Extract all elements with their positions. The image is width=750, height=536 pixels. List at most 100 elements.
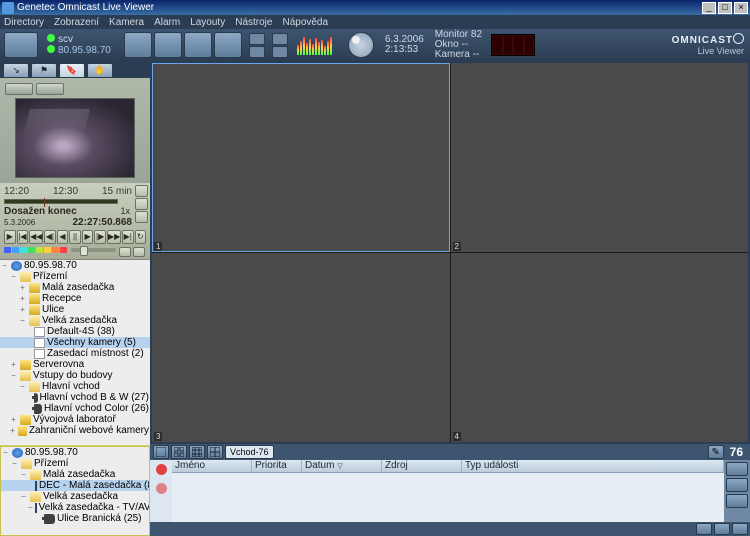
col-date[interactable]: Datum ▽ [302, 460, 382, 472]
tree-item[interactable]: Vývojová laboratoř [33, 414, 116, 425]
pause-button[interactable]: || [69, 230, 81, 244]
alarm-filter-icon[interactable] [156, 464, 167, 475]
tree-root[interactable]: 80.95.98.70 [24, 260, 77, 271]
footer-button[interactable] [696, 523, 712, 535]
expand-icon[interactable]: − [10, 459, 19, 468]
toolbar-small-button[interactable] [272, 33, 288, 45]
tab-pin[interactable]: ⚑ [31, 63, 57, 78]
col-type[interactable]: Typ události [462, 460, 724, 472]
expand-icon[interactable]: − [1, 448, 10, 457]
tree-item[interactable]: Zasedací místnost (2) [47, 348, 144, 359]
col-priority[interactable]: Priorita [252, 460, 302, 472]
camera-tree[interactable]: −80.95.98.70 −Přízemí +Malá zasedačka +R… [0, 259, 150, 446]
expand-icon[interactable]: + [18, 283, 27, 292]
expand-icon[interactable]: − [19, 492, 28, 501]
timeline-button[interactable] [135, 185, 148, 197]
toolbar-small-button[interactable] [249, 46, 265, 58]
video-tile-2[interactable]: 2 [451, 63, 749, 252]
menu-tools[interactable]: Nástroje [235, 17, 272, 28]
toolbar-button[interactable] [154, 32, 182, 58]
event-button[interactable] [726, 478, 748, 492]
expand-icon[interactable]: − [18, 382, 27, 391]
layout-3x3-button[interactable] [189, 445, 205, 459]
toolbar-button[interactable] [214, 32, 242, 58]
tree-item[interactable]: Ulice [42, 304, 64, 315]
step-forward-button[interactable]: |▶ [94, 230, 106, 244]
subtab-button[interactable] [5, 83, 33, 95]
event-button[interactable] [726, 462, 748, 476]
skip-end-button[interactable]: ▶| [122, 230, 134, 244]
toolbar-button[interactable] [184, 32, 212, 58]
layout-name[interactable]: Vchod-76 [225, 445, 274, 459]
rewind-button[interactable]: ◀◀ [29, 230, 43, 244]
tab-arrow[interactable]: ↘ [3, 63, 29, 78]
timeline-scrubber[interactable] [4, 199, 118, 204]
play-forward-button[interactable]: ▶ [82, 230, 94, 244]
footer-button[interactable] [732, 523, 748, 535]
dial-control[interactable] [348, 32, 374, 58]
monitor-tree[interactable]: −80.95.98.70 −Přízemí −Malá zasedačka DE… [0, 446, 150, 536]
tree-item[interactable]: Default-4S (38) [47, 326, 115, 337]
camera-preview[interactable] [15, 98, 135, 178]
tab-hand[interactable]: ✋ [87, 63, 113, 78]
expand-icon[interactable]: + [9, 415, 18, 424]
maximize-button[interactable]: □ [718, 2, 732, 14]
skip-start-button[interactable]: |◀ [17, 230, 29, 244]
alarm-filter-icon[interactable] [156, 483, 167, 494]
toolbar-small-button[interactable] [272, 46, 288, 58]
menu-view[interactable]: Zobrazení [54, 17, 99, 28]
tree-root[interactable]: 80.95.98.70 [25, 447, 78, 458]
expand-icon[interactable]: + [9, 426, 16, 435]
close-button[interactable]: × [734, 2, 748, 14]
timeline-button[interactable] [135, 198, 148, 210]
tree-item[interactable]: Velká zasedačka [42, 315, 117, 326]
step-back-button[interactable]: ◀| [44, 230, 56, 244]
event-button[interactable] [726, 494, 748, 508]
tree-item[interactable]: Hlavní vchod B & W (27) [40, 392, 149, 403]
menu-camera[interactable]: Kamera [109, 17, 144, 28]
video-tile-3[interactable]: 3 [152, 253, 450, 442]
tree-item[interactable]: Velká zasedačka [43, 491, 118, 502]
menu-alarm[interactable]: Alarm [154, 17, 180, 28]
menu-help[interactable]: Nápověda [282, 17, 328, 28]
col-name[interactable]: Jméno [172, 460, 252, 472]
tree-item-selected[interactable]: DEC - Malá zasedačka (82) [39, 480, 150, 491]
tree-item[interactable]: Velká zasedačka - TV/AV (34) [39, 502, 150, 513]
expand-icon[interactable]: − [0, 261, 9, 270]
tree-item[interactable]: Přízemí [34, 458, 68, 469]
tree-item[interactable]: Ulice Branická (25) [57, 513, 141, 524]
tree-item[interactable]: Malá zasedačka [42, 282, 114, 293]
layout-2x2-button[interactable] [171, 445, 187, 459]
tree-item[interactable]: Malá zasedačka [43, 469, 115, 480]
tree-item[interactable]: Přízemí [33, 271, 67, 282]
layout-1x1-button[interactable] [153, 445, 169, 459]
loop-button[interactable]: ↻ [135, 230, 147, 244]
tree-item[interactable]: Recepce [42, 293, 81, 304]
toolbar-button[interactable] [124, 32, 152, 58]
slider-button[interactable] [133, 247, 145, 257]
menu-directory[interactable]: Directory [4, 17, 44, 28]
user-icon[interactable] [4, 32, 38, 58]
expand-icon[interactable]: − [18, 316, 27, 325]
layout-4x4-button[interactable] [207, 445, 223, 459]
timeline-button[interactable] [135, 211, 148, 223]
menu-layouts[interactable]: Layouty [190, 17, 225, 28]
video-tile-1[interactable]: 1 [152, 63, 450, 252]
tree-item-selected[interactable]: Všechny kamery (5) [47, 337, 136, 348]
tree-item[interactable]: Serverovna [33, 359, 84, 370]
slider-button[interactable] [119, 247, 131, 257]
minimize-button[interactable]: _ [702, 2, 716, 14]
tree-item[interactable]: Hlavní vchod [42, 381, 100, 392]
expand-icon[interactable]: − [9, 371, 18, 380]
expand-icon[interactable]: + [18, 294, 27, 303]
tree-item[interactable]: Vstupy do budovy [33, 370, 113, 381]
footer-button[interactable] [714, 523, 730, 535]
tree-item[interactable]: Zahraniční webové kamery [29, 425, 149, 436]
expand-icon[interactable]: + [9, 360, 18, 369]
col-source[interactable]: Zdroj [382, 460, 462, 472]
expand-icon[interactable]: − [19, 470, 28, 479]
play-button[interactable]: ▶ [4, 230, 16, 244]
fast-forward-button[interactable]: ▶▶ [107, 230, 121, 244]
expand-icon[interactable]: − [9, 272, 18, 281]
speed-slider[interactable] [71, 248, 116, 252]
